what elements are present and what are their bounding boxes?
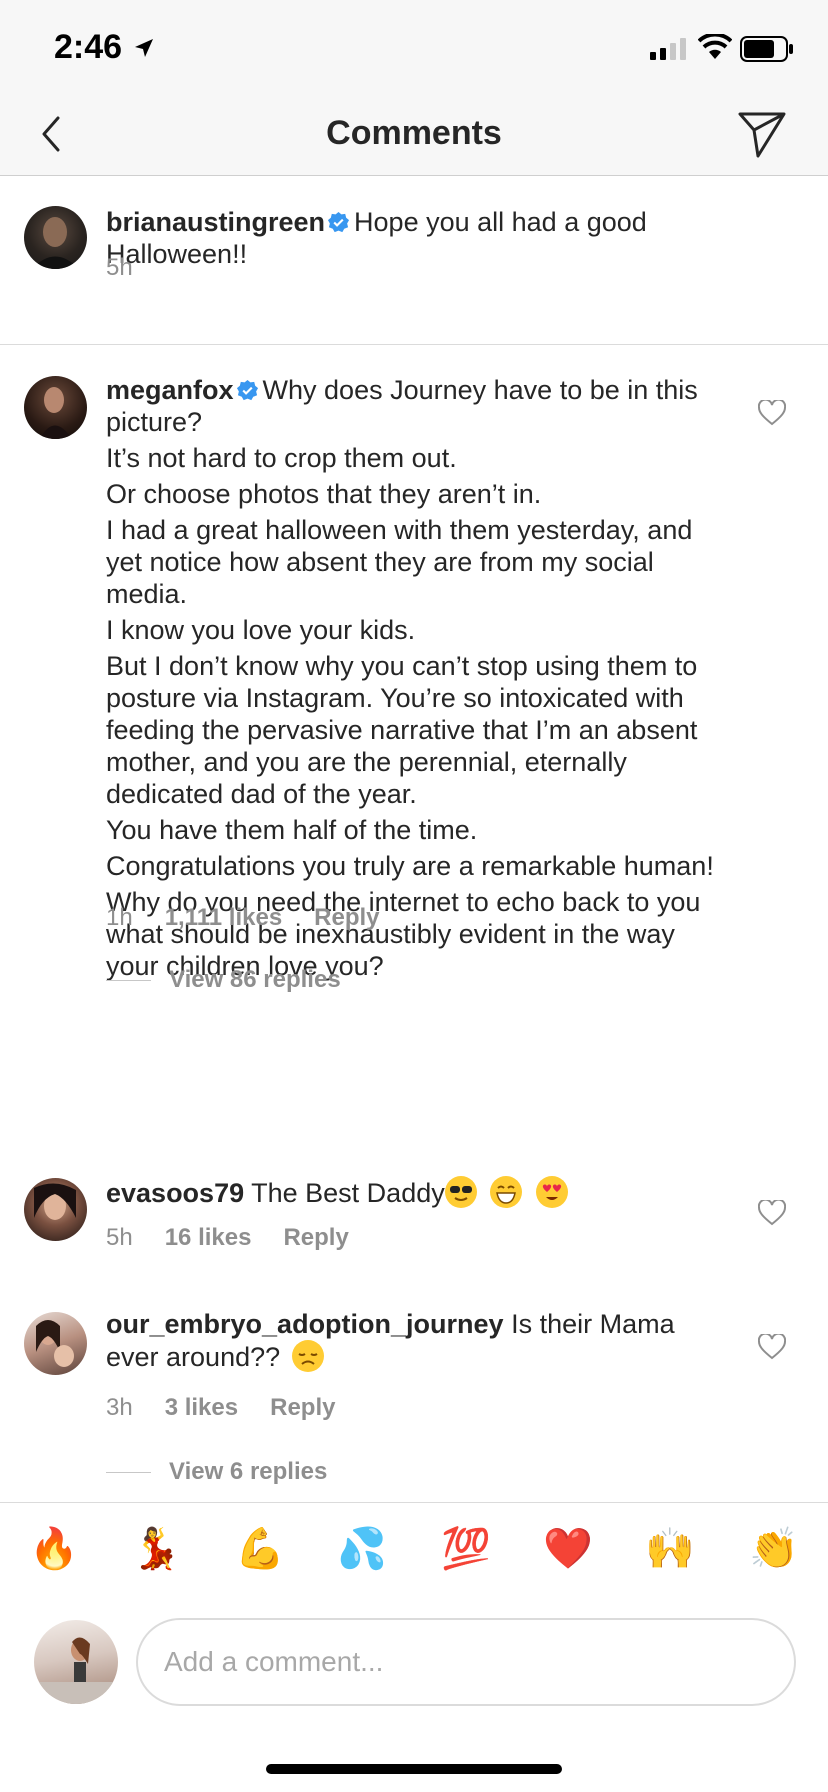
- like-heart-icon[interactable]: [758, 400, 786, 426]
- reply-button[interactable]: Reply: [283, 1224, 348, 1251]
- likes-count[interactable]: 3 likes: [165, 1394, 238, 1421]
- grinning-emoji: [490, 1176, 523, 1208]
- caption-time: 5h: [106, 254, 133, 281]
- like-heart-icon[interactable]: [758, 1200, 786, 1226]
- reply-button[interactable]: Reply: [314, 904, 379, 931]
- comment-username[interactable]: meganfox: [106, 375, 234, 405]
- comment-paragraph: I had a great halloween with them yester…: [106, 515, 693, 609]
- status-time: 2:46: [54, 28, 123, 66]
- status-bar: 2:46: [0, 0, 828, 100]
- view-replies-button[interactable]: View 6 replies: [106, 1458, 327, 1486]
- avatar[interactable]: [24, 376, 87, 439]
- comment-paragraph: You have them half of the time.: [106, 815, 478, 845]
- comment-paragraph: Congratulations you truly are a remarkab…: [106, 851, 714, 881]
- comment-meta: 3h 3 likes Reply: [106, 1394, 367, 1422]
- comment-paragraph: Or choose photos that they aren’t in.: [106, 479, 542, 509]
- heart-eyes-emoji: [535, 1176, 568, 1208]
- flexed-biceps-emoji-button[interactable]: 💪: [234, 1523, 286, 1575]
- comment-username[interactable]: our_embryo_adoption_journey: [106, 1309, 504, 1339]
- comment-time: 5h: [106, 1224, 133, 1251]
- avatar[interactable]: [24, 1312, 87, 1375]
- like-heart-icon[interactable]: [758, 1334, 786, 1360]
- emoji-quick-bar: 🔥 💃 💪 💦 💯 ❤️ 🙌 👏: [0, 1502, 828, 1592]
- hundred-points-emoji-button[interactable]: 💯: [440, 1523, 492, 1575]
- comment-body: The Best Daddy: [251, 1178, 445, 1208]
- caption-meta: 5h: [106, 254, 165, 282]
- location-arrow-icon: [135, 39, 153, 57]
- cellular-signal-icon: [650, 38, 686, 60]
- sunglasses-emoji: [444, 1176, 477, 1208]
- comment-paragraph: I know you love your kids.: [106, 615, 416, 645]
- nav-bar: Comments: [0, 100, 828, 176]
- verified-badge-icon: [328, 211, 350, 233]
- comment-paragraph: It’s not hard to crop them out.: [106, 443, 457, 473]
- page-title: Comments: [326, 114, 502, 152]
- sweat-droplets-emoji-button[interactable]: 💦: [336, 1523, 388, 1575]
- likes-count[interactable]: 1,111 likes: [165, 904, 282, 931]
- comment-meta: 5h 16 likes Reply: [106, 1224, 381, 1252]
- likes-count[interactable]: 16 likes: [165, 1224, 252, 1251]
- caption-text: brianaustingreen Hope you all had a good …: [106, 206, 726, 270]
- comment-paragraph: But I don’t know why you can’t stop usin…: [106, 651, 698, 809]
- caption-username[interactable]: brianaustingreen: [106, 207, 325, 237]
- send-direct-icon[interactable]: [736, 108, 788, 160]
- view-replies-button[interactable]: View 86 replies: [106, 966, 341, 994]
- verified-badge-icon: [236, 379, 258, 401]
- comment-username[interactable]: evasoos79: [106, 1178, 244, 1208]
- comment-time: 1h: [106, 904, 133, 931]
- clapping-hands-emoji-button[interactable]: 👏: [748, 1523, 800, 1575]
- reply-button[interactable]: Reply: [270, 1394, 335, 1421]
- caption: brianaustingreen Hope you all had a good …: [0, 176, 828, 344]
- comment-text: evasoos79 The Best Daddy: [106, 1176, 726, 1209]
- divider: [0, 344, 828, 345]
- comment-text: our_embryo_adoption_journey Is their Mam…: [106, 1308, 726, 1373]
- red-heart-emoji-button[interactable]: ❤️: [542, 1523, 594, 1575]
- avatar[interactable]: [24, 1178, 87, 1241]
- wifi-icon: [698, 34, 732, 59]
- fire-emoji-button[interactable]: 🔥: [28, 1523, 80, 1575]
- comment-time: 3h: [106, 1394, 133, 1421]
- comment-input[interactable]: [136, 1618, 796, 1706]
- my-avatar: [34, 1620, 118, 1704]
- disappointed-emoji: [291, 1340, 324, 1372]
- battery-icon: [740, 36, 793, 62]
- comment-meta: 1h 1,111 likes Reply: [106, 904, 412, 932]
- comment-text: meganfox Why does Journey have to be in t…: [106, 374, 726, 982]
- avatar[interactable]: [24, 206, 87, 269]
- home-indicator[interactable]: [266, 1764, 562, 1774]
- dancer-emoji-button[interactable]: 💃: [130, 1523, 182, 1575]
- raising-hands-emoji-button[interactable]: 🙌: [644, 1523, 696, 1575]
